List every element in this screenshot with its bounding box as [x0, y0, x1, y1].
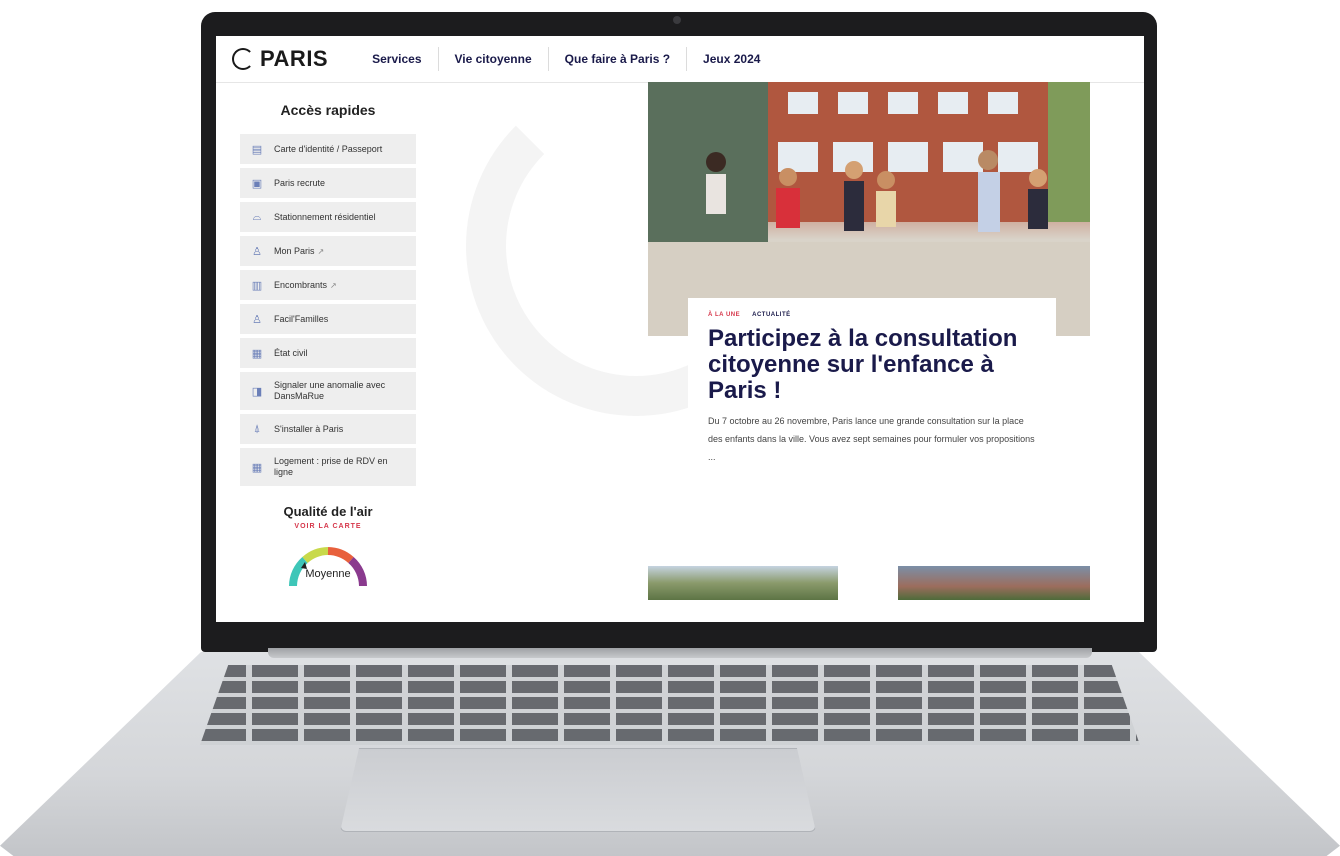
id-card-icon: ▤ [251, 142, 263, 156]
quick-access-item-id-card[interactable]: ▤ Carte d'identité / Passeport [240, 134, 416, 164]
main-nav: Services Vie citoyenne Que faire à Paris… [356, 36, 776, 82]
quick-access-label: Encombrants [274, 279, 328, 290]
quick-access-label: Paris recrute [274, 177, 326, 188]
laptop-screen: PARIS Services Vie citoyenne Que faire à… [216, 36, 1144, 622]
hero-summary: Du 7 octobre au 26 novembre, Paris lance… [708, 416, 1035, 462]
paris-logo[interactable]: PARIS [232, 46, 328, 72]
nav-que-faire[interactable]: Que faire à Paris ? [549, 47, 688, 71]
logo-text: PARIS [260, 46, 329, 71]
air-quality-gauge: Moyenne [283, 538, 373, 588]
quick-access-item-encombrants[interactable]: ▥ Encombrants ↗ [240, 270, 416, 300]
hero-tags: À LA UNE ACTUALITÉ [708, 312, 1036, 318]
external-link-icon: ↗ [317, 246, 325, 256]
hero-card[interactable]: À LA UNE ACTUALITÉ Participez à la consu… [688, 298, 1056, 498]
gauge-arc [289, 547, 367, 587]
quick-access-item-mon-paris[interactable]: ♙ Mon Paris ↗ [240, 236, 416, 266]
quick-access-item-dansmarue[interactable]: ◨ Signaler une anomalie avec DansMaRue [240, 372, 416, 410]
webcam [673, 16, 681, 24]
site-header: PARIS Services Vie citoyenne Que faire à… [216, 36, 1144, 83]
quick-access-item-facil-familles[interactable]: ♙ Facil'Familles [240, 304, 416, 334]
sidebar-title: Accès rapides [280, 102, 376, 118]
quick-access-label: Facil'Familles [274, 313, 329, 324]
quick-access-sidebar: Accès rapides ▤ Carte d'identité / Passe… [240, 82, 416, 588]
nav-jeux-2024[interactable]: Jeux 2024 [687, 47, 776, 71]
quick-access-item-stationnement[interactable]: ⌓ Stationnement résidentiel [240, 202, 416, 232]
briefcase-icon: ▣ [251, 176, 263, 190]
news-thumbnail[interactable] [648, 566, 838, 600]
trackpad [340, 748, 816, 832]
news-thumbnail[interactable] [898, 566, 1090, 600]
quick-access-label: Stationnement résidentiel [274, 211, 376, 222]
quick-access-label: Signaler une anomalie avec DansMaRue [274, 380, 386, 401]
quick-access-label: État civil [274, 347, 308, 358]
furniture-icon: ▥ [251, 278, 263, 292]
hero-title[interactable]: Participez à la consultation citoyenne s… [708, 326, 1018, 404]
quick-access-label: Carte d'identité / Passeport [274, 143, 383, 154]
quick-access-item-installer[interactable]: ⍋ S'installer à Paris [240, 414, 416, 444]
nav-vie-citoyenne[interactable]: Vie citoyenne [439, 47, 549, 71]
building-icon: ▦ [251, 460, 263, 474]
document-icon: ▦ [251, 346, 263, 360]
air-quality-map-link[interactable]: VOIR LA CARTE [240, 523, 416, 530]
quick-access-item-logement[interactable]: ▦ Logement : prise de RDV en ligne [240, 448, 416, 486]
quick-access-label: S'installer à Paris [274, 423, 344, 434]
quick-access-item-etat-civil[interactable]: ▦ État civil [240, 338, 416, 368]
air-quality-level: Moyenne [305, 568, 351, 580]
family-icon: ♙ [252, 312, 262, 326]
quick-access-label: Logement : prise de RDV en ligne [274, 456, 388, 477]
alert-icon: ◨ [251, 384, 263, 398]
external-link-icon: ↗ [330, 280, 337, 290]
quick-access-label: Mon Paris [274, 245, 315, 256]
tag-a-la-une: À LA UNE [708, 312, 741, 318]
quick-access-item-recrute[interactable]: ▣ Paris recrute [240, 168, 416, 198]
nav-services[interactable]: Services [356, 47, 439, 71]
tag-actualite: ACTUALITÉ [752, 312, 791, 318]
air-quality-title: Qualité de l'air [283, 504, 373, 519]
keyboard [200, 665, 1140, 745]
car-icon: ⌓ [252, 210, 262, 223]
screen-bezel [216, 622, 1144, 650]
paris-logo-icon [232, 48, 254, 70]
eiffel-tower-icon: ⍋ [253, 422, 261, 435]
laptop-hinge [268, 648, 1092, 658]
user-icon: ♙ [252, 244, 262, 258]
